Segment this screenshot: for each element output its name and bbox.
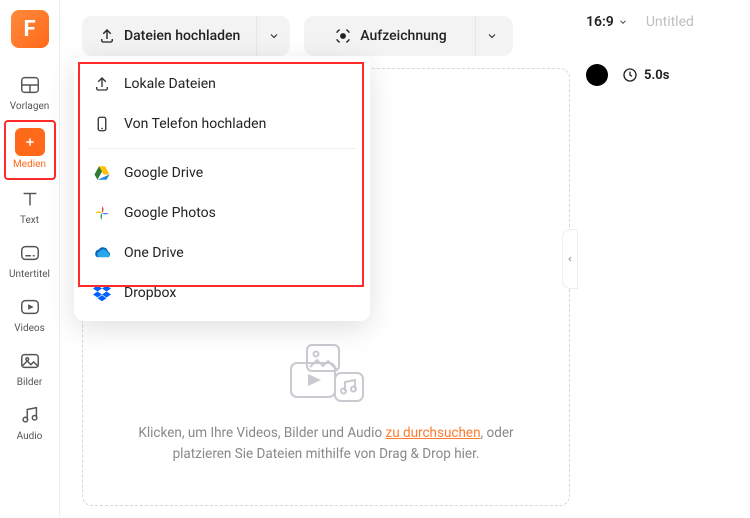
right-panel: 16:9 Untitled 5.0s <box>572 0 750 518</box>
main-panel: Dateien hochladen Aufzeichnung <box>60 0 572 518</box>
upload-option-label: Dropbox <box>124 285 176 301</box>
google-drive-icon <box>92 163 112 183</box>
aspect-ratio-label: 16:9 <box>586 14 614 30</box>
upload-option-onedrive[interactable]: One Drive <box>74 233 370 273</box>
upload-option-label: Google Drive <box>124 165 203 181</box>
chevron-down-icon <box>618 17 628 27</box>
dropbox-icon <box>92 283 112 303</box>
upload-icon <box>92 74 112 94</box>
phone-icon <box>92 114 112 134</box>
upload-option-dropbox[interactable]: Dropbox <box>74 273 370 313</box>
sidebar-item-label: Bilder <box>17 377 42 388</box>
upload-button-label: Dateien hochladen <box>124 28 240 44</box>
timeline-clip[interactable]: 5.0s <box>586 64 738 86</box>
sidebar-item-label: Videos <box>14 323 45 334</box>
toolbar: Dateien hochladen Aufzeichnung <box>82 16 556 56</box>
video-icon <box>17 294 43 320</box>
folder-plus-icon <box>15 128 45 156</box>
media-placeholder-icon <box>283 343 369 407</box>
sidebar-item-text[interactable]: Text <box>4 180 56 234</box>
sidebar-item-label: Audio <box>17 431 43 442</box>
aspect-ratio-selector[interactable]: 16:9 <box>586 14 628 30</box>
sidebar-item-audio[interactable]: Audio <box>4 396 56 450</box>
sidebar: F Vorlagen Medien Text Untertitel Videos <box>0 0 60 518</box>
templates-icon <box>17 72 43 98</box>
upload-option-label: Lokale Dateien <box>124 76 216 92</box>
sidebar-item-label: Medien <box>13 159 46 170</box>
upload-button-group: Dateien hochladen <box>82 16 290 56</box>
project-title[interactable]: Untitled <box>646 14 694 30</box>
upload-option-gdrive[interactable]: Google Drive <box>74 153 370 193</box>
record-dropdown-toggle[interactable] <box>475 16 509 56</box>
clip-thumbnail <box>586 64 608 86</box>
sidebar-item-label: Untertitel <box>9 269 50 280</box>
clock-icon <box>622 67 638 83</box>
sidebar-item-label: Text <box>20 215 39 226</box>
upload-button[interactable]: Dateien hochladen <box>82 16 256 56</box>
menu-separator <box>88 148 356 149</box>
upload-option-label: Von Telefon hochladen <box>124 116 266 132</box>
upload-option-label: Google Photos <box>124 205 216 221</box>
sidebar-item-media[interactable]: Medien <box>4 120 56 180</box>
image-icon <box>17 348 43 374</box>
record-icon <box>334 27 352 45</box>
record-button-label: Aufzeichnung <box>360 28 446 44</box>
upload-dropdown-toggle[interactable] <box>256 16 290 56</box>
upload-option-gphotos[interactable]: Google Photos <box>74 193 370 233</box>
sidebar-item-label: Vorlagen <box>10 101 50 112</box>
sidebar-item-videos[interactable]: Videos <box>4 288 56 342</box>
onedrive-icon <box>92 243 112 263</box>
collapse-right-panel[interactable] <box>562 229 578 289</box>
record-button[interactable]: Aufzeichnung <box>308 16 474 56</box>
audio-icon <box>17 402 43 428</box>
subtitles-icon <box>17 240 43 266</box>
dropzone-text: Klicken, um Ihre Videos, Bilder und Audi… <box>136 423 516 465</box>
clip-duration: 5.0s <box>622 67 669 83</box>
record-button-group: Aufzeichnung <box>304 16 512 56</box>
browse-link[interactable]: zu durchsuchen <box>386 425 481 441</box>
upload-option-label: One Drive <box>124 245 184 261</box>
upload-icon <box>98 27 116 45</box>
clip-duration-value: 5.0s <box>644 68 669 83</box>
upload-option-local[interactable]: Lokale Dateien <box>74 64 370 104</box>
sidebar-item-images[interactable]: Bilder <box>4 342 56 396</box>
sidebar-item-subtitles[interactable]: Untertitel <box>4 234 56 288</box>
app-logo: F <box>11 10 49 48</box>
sidebar-item-templates[interactable]: Vorlagen <box>4 66 56 120</box>
google-photos-icon <box>92 203 112 223</box>
text-icon <box>17 186 43 212</box>
upload-dropdown: Lokale Dateien Von Telefon hochladen Goo… <box>74 56 370 321</box>
upload-option-phone[interactable]: Von Telefon hochladen <box>74 104 370 144</box>
